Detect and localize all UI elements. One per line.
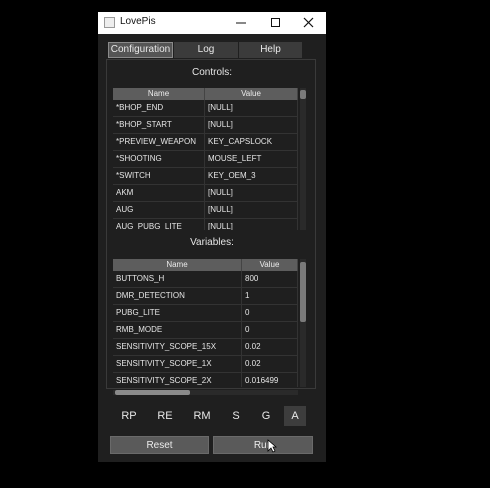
controls-scrollbar[interactable] bbox=[300, 88, 306, 230]
variables-table: Name Value BUTTONS_H 800 DMR_DETECTION 1 P… bbox=[113, 259, 298, 387]
toolbar-button-re[interactable]: RE bbox=[154, 406, 176, 426]
value-cell: 0 bbox=[242, 305, 298, 321]
toolbar-button-rm[interactable]: RM bbox=[191, 406, 213, 426]
app-icon bbox=[104, 17, 115, 28]
table-row[interactable]: AUG [NULL] bbox=[113, 202, 298, 219]
toolbar-button-rp[interactable]: RP bbox=[118, 406, 140, 426]
value-cell: 0 bbox=[242, 322, 298, 338]
value-cell: [NULL] bbox=[205, 100, 298, 116]
table-row[interactable]: RMB_MODE 0 bbox=[113, 322, 298, 339]
toolbar-button-s[interactable]: S bbox=[225, 406, 247, 426]
value-cell: 0.016499 bbox=[242, 373, 298, 387]
variables-col-name[interactable]: Name bbox=[113, 259, 242, 271]
maximize-icon bbox=[271, 18, 280, 27]
controls-label: Controls: bbox=[191, 67, 232, 78]
name-cell: AKM bbox=[113, 185, 205, 201]
variables-header: Name Value bbox=[113, 259, 298, 271]
maximize-button[interactable] bbox=[259, 12, 293, 34]
controls-col-value[interactable]: Value bbox=[205, 88, 298, 100]
value-cell: [NULL] bbox=[205, 202, 298, 218]
table-row[interactable]: AKM [NULL] bbox=[113, 185, 298, 202]
name-cell: SENSITIVITY_SCOPE_15X bbox=[113, 339, 242, 355]
minimize-button[interactable] bbox=[224, 12, 258, 34]
variables-col-value[interactable]: Value bbox=[242, 259, 298, 271]
value-cell: [NULL] bbox=[205, 185, 298, 201]
variables-scrollbar[interactable] bbox=[300, 259, 306, 387]
name-cell: RMB_MODE bbox=[113, 322, 242, 338]
value-cell: [NULL] bbox=[205, 219, 298, 230]
toolbar-button-g[interactable]: G bbox=[255, 406, 277, 426]
name-cell: *BHOP_START bbox=[113, 117, 205, 133]
name-cell: *PREVIEW_WEAPON bbox=[113, 134, 205, 150]
table-row[interactable]: PUBG_LITE 0 bbox=[113, 305, 298, 322]
name-cell: AUG bbox=[113, 202, 205, 218]
name-cell: *BHOP_END bbox=[113, 100, 205, 116]
value-cell: KEY_OEM_3 bbox=[205, 168, 298, 184]
value-cell: 0.02 bbox=[242, 356, 298, 372]
controls-scroll-thumb[interactable] bbox=[300, 90, 306, 99]
close-button[interactable] bbox=[292, 12, 326, 34]
name-cell: *SHOOTING bbox=[113, 151, 205, 167]
variables-hscroll-thumb[interactable] bbox=[115, 390, 190, 395]
variables-label: Variables: bbox=[190, 237, 234, 248]
value-cell: 0.02 bbox=[242, 339, 298, 355]
minimize-icon bbox=[236, 22, 246, 24]
table-row[interactable]: AUG_PUBG_LITE [NULL] bbox=[113, 219, 298, 230]
variables-hscrollbar[interactable] bbox=[113, 390, 298, 395]
table-row[interactable]: SENSITIVITY_SCOPE_15X 0.02 bbox=[113, 339, 298, 356]
title-bar[interactable]: LovePis bbox=[98, 12, 326, 34]
table-row[interactable]: SENSITIVITY_SCOPE_2X 0.016499 bbox=[113, 373, 298, 387]
name-cell: AUG_PUBG_LITE bbox=[113, 219, 205, 230]
name-cell: BUTTONS_H bbox=[113, 271, 242, 287]
window-title: LovePis bbox=[120, 16, 156, 27]
controls-table: Name Value *BHOP_END [NULL] *BHOP_START [N… bbox=[113, 88, 298, 230]
table-row[interactable]: DMR_DETECTION 1 bbox=[113, 288, 298, 305]
table-row[interactable]: *SHOOTING MOUSE_LEFT bbox=[113, 151, 298, 168]
controls-header: Name Value bbox=[113, 88, 298, 100]
table-row[interactable]: SENSITIVITY_SCOPE_1X 0.02 bbox=[113, 356, 298, 373]
value-cell: 1 bbox=[242, 288, 298, 304]
table-row[interactable]: *PREVIEW_WEAPON KEY_CAPSLOCK bbox=[113, 134, 298, 151]
table-row[interactable]: *BHOP_START [NULL] bbox=[113, 117, 298, 134]
tab-help[interactable]: Help bbox=[239, 42, 302, 58]
name-cell: PUBG_LITE bbox=[113, 305, 242, 321]
table-row[interactable]: BUTTONS_H 800 bbox=[113, 271, 298, 288]
name-cell: SENSITIVITY_SCOPE_1X bbox=[113, 356, 242, 372]
tab-configuration[interactable]: Configuration bbox=[108, 42, 173, 58]
value-cell: 800 bbox=[242, 271, 298, 287]
value-cell: KEY_CAPSLOCK bbox=[205, 134, 298, 150]
value-cell: [NULL] bbox=[205, 117, 298, 133]
controls-col-name[interactable]: Name bbox=[113, 88, 205, 100]
close-icon bbox=[303, 17, 314, 28]
value-cell: MOUSE_LEFT bbox=[205, 151, 298, 167]
reset-button[interactable]: Reset bbox=[110, 436, 209, 454]
name-cell: SENSITIVITY_SCOPE_2X bbox=[113, 373, 242, 387]
toolbar-button-a[interactable]: A bbox=[284, 406, 306, 426]
run-button[interactable]: Run bbox=[213, 436, 313, 454]
tab-log[interactable]: Log bbox=[174, 42, 238, 58]
app-window: LovePis Configuration Log Help Controls:… bbox=[98, 12, 326, 462]
name-cell: DMR_DETECTION bbox=[113, 288, 242, 304]
name-cell: *SWITCH bbox=[113, 168, 205, 184]
variables-scroll-thumb[interactable] bbox=[300, 262, 306, 322]
mouse-cursor-icon bbox=[267, 439, 277, 453]
table-row[interactable]: *SWITCH KEY_OEM_3 bbox=[113, 168, 298, 185]
table-row[interactable]: *BHOP_END [NULL] bbox=[113, 100, 298, 117]
